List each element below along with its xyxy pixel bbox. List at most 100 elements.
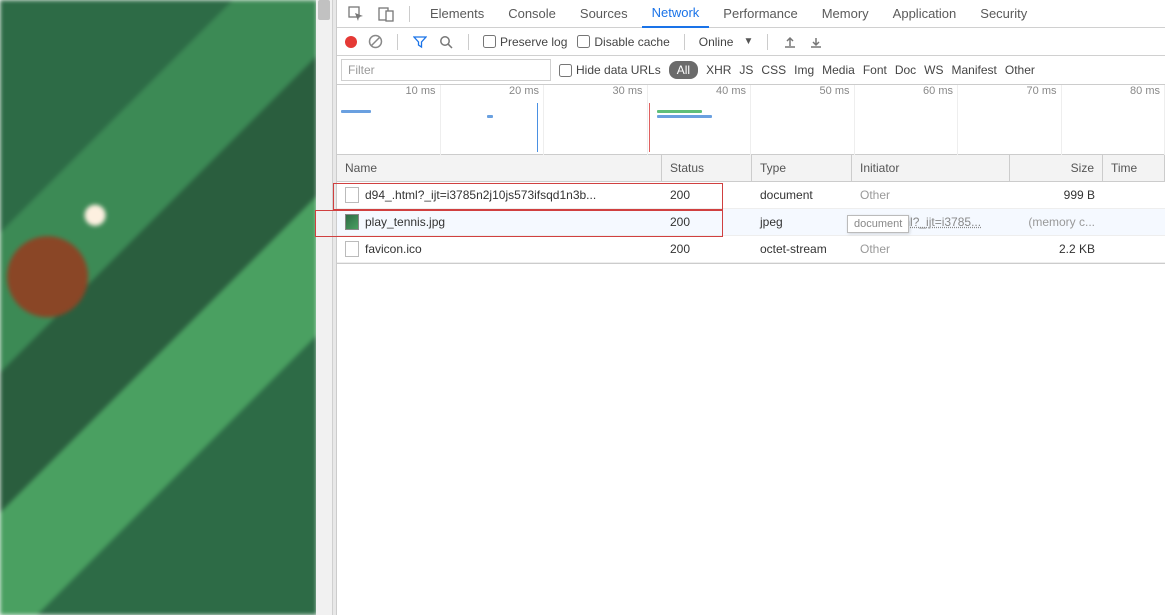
col-type[interactable]: Type <box>752 155 852 181</box>
overview-bar <box>657 115 712 118</box>
request-row[interactable]: favicon.ico 200 octet-stream Other 2.2 K… <box>337 236 1165 263</box>
preview-image <box>0 0 317 615</box>
overview-bar <box>341 110 371 113</box>
timeline-overview[interactable]: 10 ms 20 ms 30 ms 40 ms 50 ms 60 ms 70 m… <box>337 85 1165 155</box>
request-time <box>1103 236 1165 262</box>
tab-memory[interactable]: Memory <box>812 0 879 28</box>
download-har-icon[interactable] <box>808 34 824 50</box>
request-status: 200 <box>662 209 752 235</box>
request-table-header: Name Status Type Initiator Size Time <box>337 155 1165 182</box>
request-type: document <box>752 182 852 208</box>
request-time <box>1103 182 1165 208</box>
tick: 20 ms <box>441 85 545 155</box>
chevron-down-icon: ▼ <box>743 36 753 47</box>
search-icon[interactable] <box>438 34 454 50</box>
request-status: 200 <box>662 236 752 262</box>
type-filter-js[interactable]: JS <box>739 63 753 77</box>
hide-data-urls-checkbox[interactable]: Hide data URLs <box>559 63 661 77</box>
type-filter-media[interactable]: Media <box>822 63 855 77</box>
devtools-tab-strip: Elements Console Sources Network Perform… <box>337 0 1165 28</box>
tick: 30 ms <box>544 85 648 155</box>
throttling-select[interactable]: Online ▼ <box>699 35 754 49</box>
tick: 60 ms <box>855 85 959 155</box>
col-name[interactable]: Name <box>337 155 662 181</box>
col-size[interactable]: Size <box>1010 155 1103 181</box>
request-initiator[interactable]: d94_.html?_ijt=i3785... <box>860 215 981 229</box>
hide-data-urls-input[interactable] <box>559 64 572 77</box>
tab-console[interactable]: Console <box>498 0 566 28</box>
dom-content-marker <box>537 103 538 152</box>
upload-har-icon[interactable] <box>782 34 798 50</box>
tick: 50 ms <box>751 85 855 155</box>
request-time <box>1103 209 1165 235</box>
separator <box>767 34 768 50</box>
tab-elements[interactable]: Elements <box>420 0 494 28</box>
tick: 70 ms <box>958 85 1062 155</box>
request-row[interactable]: d94_.html?_ijt=i3785n2j10js573ifsqd1n3b.… <box>337 182 1165 209</box>
filter-icon[interactable] <box>412 34 428 50</box>
tick: 10 ms <box>337 85 441 155</box>
tab-network[interactable]: Network <box>642 0 710 28</box>
col-initiator[interactable]: Initiator <box>852 155 1010 181</box>
tab-performance[interactable]: Performance <box>713 0 807 28</box>
devtools-panel: Elements Console Sources Network Perform… <box>337 0 1165 615</box>
load-marker <box>649 103 650 152</box>
request-size: (memory c... <box>1010 209 1103 235</box>
inspect-element-icon[interactable] <box>343 2 369 26</box>
request-status: 200 <box>662 182 752 208</box>
document-icon <box>345 187 359 203</box>
request-size: 2.2 KB <box>1010 236 1103 262</box>
record-button[interactable] <box>345 36 357 48</box>
separator <box>468 34 469 50</box>
type-filter-doc[interactable]: Doc <box>895 63 916 77</box>
preserve-log-label: Preserve log <box>500 35 567 49</box>
type-filter-css[interactable]: CSS <box>761 63 786 77</box>
request-type: jpeg <box>752 209 852 235</box>
type-filter-font[interactable]: Font <box>863 63 887 77</box>
request-size: 999 B <box>1010 182 1103 208</box>
separator <box>397 34 398 50</box>
type-filter-ws[interactable]: WS <box>924 63 943 77</box>
tick: 80 ms <box>1062 85 1165 155</box>
preserve-log-input[interactable] <box>483 35 496 48</box>
filter-bar: Hide data URLs All XHR JS CSS Img Media … <box>337 56 1165 85</box>
disable-cache-label: Disable cache <box>594 35 669 49</box>
tab-application[interactable]: Application <box>883 0 967 28</box>
page-scrollbar[interactable] <box>316 0 332 615</box>
request-type: octet-stream <box>752 236 852 262</box>
type-filter-all[interactable]: All <box>669 61 698 79</box>
clear-icon[interactable] <box>367 34 383 50</box>
type-filter-img[interactable]: Img <box>794 63 814 77</box>
preserve-log-checkbox[interactable]: Preserve log <box>483 35 567 49</box>
type-filter-manifest[interactable]: Manifest <box>952 63 997 77</box>
overview-bar <box>657 110 702 113</box>
type-filter-other[interactable]: Other <box>1005 63 1035 77</box>
disable-cache-checkbox[interactable]: Disable cache <box>577 35 669 49</box>
filter-input[interactable] <box>341 59 551 81</box>
type-filter-xhr[interactable]: XHR <box>706 63 731 77</box>
request-name: favicon.ico <box>365 242 422 256</box>
tab-security[interactable]: Security <box>970 0 1037 28</box>
overview-bar <box>487 115 493 118</box>
tick: 40 ms <box>648 85 752 155</box>
network-toolbar: Preserve log Disable cache Online ▼ <box>337 28 1165 56</box>
col-status[interactable]: Status <box>662 155 752 181</box>
separator <box>409 6 410 22</box>
request-row[interactable]: play_tennis.jpg 200 jpeg d94_.html?_ijt=… <box>337 209 1165 236</box>
scrollbar-thumb[interactable] <box>318 0 330 20</box>
request-initiator: Other <box>860 242 890 256</box>
request-initiator: Other <box>860 188 890 202</box>
timeline-ticks: 10 ms 20 ms 30 ms 40 ms 50 ms 60 ms 70 m… <box>337 85 1165 101</box>
tab-sources[interactable]: Sources <box>570 0 638 28</box>
request-name: d94_.html?_ijt=i3785n2j10js573ifsqd1n3b.… <box>365 188 596 202</box>
hide-data-urls-label: Hide data URLs <box>576 63 661 77</box>
disable-cache-input[interactable] <box>577 35 590 48</box>
request-table: Name Status Type Initiator Size Time d94… <box>337 155 1165 264</box>
col-time[interactable]: Time <box>1103 155 1165 181</box>
document-icon <box>345 241 359 257</box>
image-icon <box>345 214 359 230</box>
throttling-value: Online <box>699 35 734 49</box>
page-preview <box>0 0 333 615</box>
device-toolbar-icon[interactable] <box>373 2 399 26</box>
request-name: play_tennis.jpg <box>365 215 445 229</box>
